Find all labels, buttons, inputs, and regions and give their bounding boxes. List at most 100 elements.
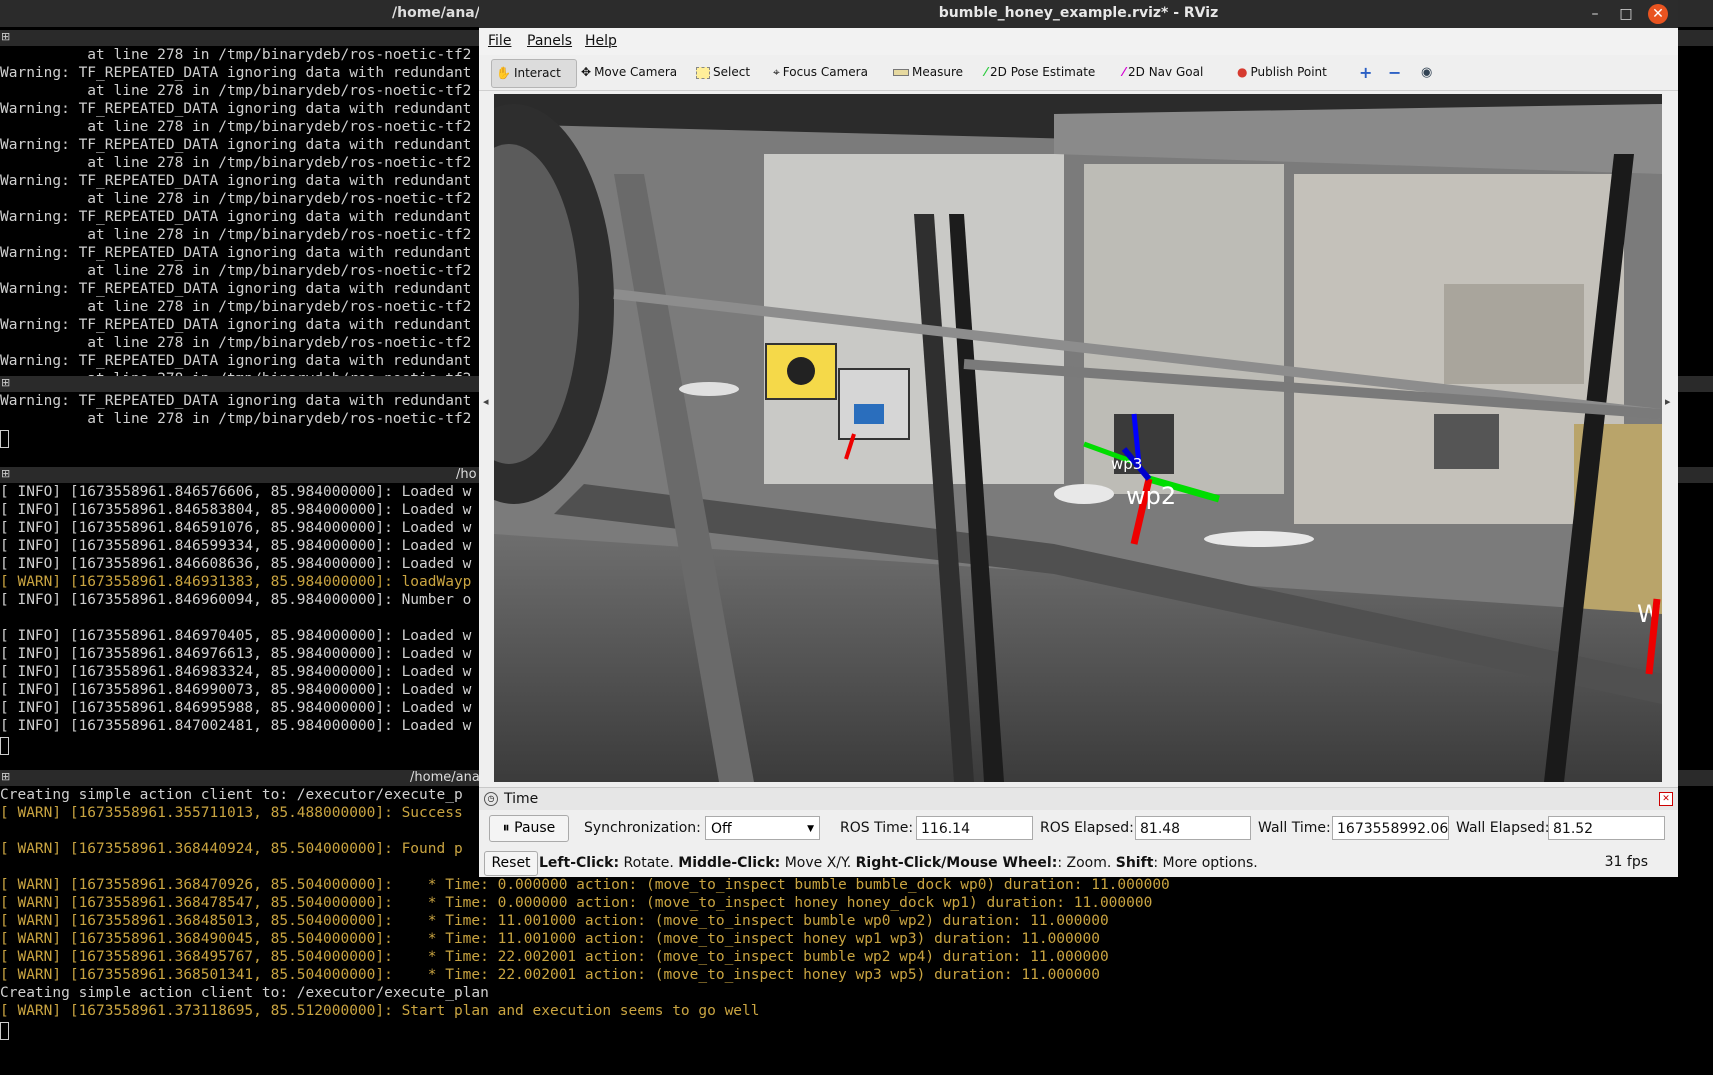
menu-file[interactable]: File xyxy=(488,33,511,49)
terminal-line: at line 278 in /tmp/binarydeb/ros-noetic… xyxy=(0,119,472,135)
terminal-line: Warning: TF_REPEATED_DATA ignoring data … xyxy=(0,353,472,369)
tool-2d-nav-goal[interactable]: ⁄ 2D Nav Goal xyxy=(1119,59,1203,86)
reset-button[interactable]: Reset xyxy=(484,851,538,876)
terminal-line: [ WARN] [1673558961.368490045, 85.504000… xyxy=(0,931,1100,947)
mouse-hint: Left-Click: Rotate. Middle-Click: Move X… xyxy=(539,855,1258,871)
tool-label: Publish Point xyxy=(1250,65,1327,79)
rviz-window: bumble_honey_example.rviz* - RViz – □ ✕ … xyxy=(479,0,1678,877)
terminal-line: [ WARN] [1673558961.368478547, 85.504000… xyxy=(0,895,1153,911)
terminal-line: Warning: TF_REPEATED_DATA ignoring data … xyxy=(0,65,472,81)
minimize-icon[interactable]: – xyxy=(1585,4,1605,24)
tool-measure[interactable]: Measure xyxy=(889,59,963,86)
tool-label: 2D Nav Goal xyxy=(1128,65,1204,79)
left-dock-arrow-icon[interactable]: ◂ xyxy=(483,395,489,408)
terminal-line: [ INFO] [1673558961.846976613, 85.984000… xyxy=(0,646,472,662)
terminal-line: [ INFO] [1673558961.846983324, 85.984000… xyxy=(0,664,472,680)
hint-text: Move X/Y. xyxy=(780,855,856,871)
terminal-line: at line 278 in /tmp/binarydeb/ros-noetic… xyxy=(0,155,472,171)
tool-label: Interact xyxy=(513,66,561,80)
terminal-cursor xyxy=(0,1022,9,1040)
ros-time-field[interactable]: 116.14 xyxy=(916,816,1033,840)
pause-icon: ⏸ xyxy=(502,820,510,836)
tool-select[interactable]: Select xyxy=(692,59,750,86)
hint-left-click: Left-Click: xyxy=(539,855,620,871)
terminal-line: Warning: TF_REPEATED_DATA ignoring data … xyxy=(0,281,472,297)
terminal-title: /home/ana/ xyxy=(392,5,480,21)
pane-grid-icon[interactable]: ⊞ xyxy=(1,771,13,783)
wall-elapsed-label: Wall Elapsed: xyxy=(1456,820,1550,836)
time-panel-header: ◷ Time ✕ xyxy=(479,787,1678,810)
terminal-cursor xyxy=(0,737,9,755)
maximize-icon[interactable]: □ xyxy=(1616,4,1636,24)
terminal-line: at line 278 in /tmp/binarydeb/ros-noetic… xyxy=(0,47,472,63)
eye-icon[interactable]: ◉ xyxy=(1417,59,1432,86)
select-icon xyxy=(696,66,710,79)
pane-title: /home/ana/ xyxy=(410,770,485,785)
menu-bar: File Panels Help xyxy=(479,28,1678,55)
terminal-line: [ INFO] [1673558961.846576606, 85.984000… xyxy=(0,484,472,500)
close-panel-icon[interactable]: ✕ xyxy=(1659,792,1673,806)
terminal-line: at line 278 in /tmp/binarydeb/ros-noetic… xyxy=(0,263,472,279)
ros-elapsed-label: ROS Elapsed: xyxy=(1040,820,1134,836)
wall-elapsed-field[interactable]: 81.52 xyxy=(1548,816,1665,840)
terminal-line: [ WARN] [1673558961.368495767, 85.504000… xyxy=(0,949,1109,965)
tool-move-camera[interactable]: ✥ Move Camera xyxy=(577,59,677,86)
tool-2d-pose-estimate[interactable]: ⁄ 2D Pose Estimate xyxy=(981,59,1095,86)
ros-time-label: ROS Time: xyxy=(840,820,914,836)
wall-time-field[interactable]: 1673558992.06 xyxy=(1332,816,1449,840)
3d-viewport[interactable]: wp3 wp2 W xyxy=(494,94,1662,782)
right-dock-arrow-icon[interactable]: ▸ xyxy=(1665,395,1671,408)
pane-title: /ho xyxy=(456,467,477,482)
menu-help[interactable]: Help xyxy=(585,33,617,49)
focus-camera-icon: ⌖ xyxy=(773,65,780,79)
clock-icon: ◷ xyxy=(484,792,498,806)
tool-interact[interactable]: ✋ Interact xyxy=(491,59,577,88)
terminal-line: at line 278 in /tmp/binarydeb/ros-noetic… xyxy=(0,299,472,315)
time-panel-row: ⏸ Pause Synchronization: Off ▼ ROS Time:… xyxy=(479,812,1678,844)
terminal-line: Warning: TF_REPEATED_DATA ignoring data … xyxy=(0,245,472,261)
hint-middle-click: Middle-Click: xyxy=(678,855,781,871)
terminal-line: [ INFO] [1673558961.846608636, 85.984000… xyxy=(0,556,472,572)
menu-panels[interactable]: Panels xyxy=(527,33,572,49)
fps-counter: 31 fps xyxy=(1604,854,1648,870)
wall-time-label: Wall Time: xyxy=(1258,820,1331,836)
terminal-line: [ WARN] [1673558961.846931383, 85.984000… xyxy=(0,574,472,590)
terminal-line: [ INFO] [1673558961.846970405, 85.984000… xyxy=(0,628,472,644)
tool-focus-camera[interactable]: ⌖ Focus Camera xyxy=(769,59,868,86)
pause-button[interactable]: ⏸ Pause xyxy=(489,815,569,842)
terminal-line: Creating simple action client to: /execu… xyxy=(0,985,489,1001)
sync-label: Synchronization: xyxy=(584,820,701,836)
tool-publish-point[interactable]: ● Publish Point xyxy=(1233,59,1327,86)
hand-icon: ✋ xyxy=(496,66,511,80)
move-camera-icon: ✥ xyxy=(581,65,592,79)
hint-shift: Shift xyxy=(1115,855,1154,871)
tool-label: Select xyxy=(713,65,751,79)
terminal-line: [ WARN] [1673558961.368440924, 85.504000… xyxy=(0,841,463,857)
pane-grid-icon[interactable]: ⊞ xyxy=(1,377,13,389)
pane-grid-icon[interactable]: ⊞ xyxy=(1,468,13,480)
terminal-line: [ WARN] [1673558961.368470926, 85.504000… xyxy=(0,877,1170,893)
terminal-line: Warning: TF_REPEATED_DATA ignoring data … xyxy=(0,209,472,225)
pose-estimate-icon: ⁄ xyxy=(985,65,988,79)
ros-elapsed-field[interactable]: 81.48 xyxy=(1135,816,1251,840)
wp3-label: wp3 xyxy=(1111,455,1142,473)
terminal-line: Warning: TF_REPEATED_DATA ignoring data … xyxy=(0,317,472,333)
terminal-line: [ INFO] [1673558961.846583804, 85.984000… xyxy=(0,502,472,518)
close-icon[interactable]: ✕ xyxy=(1648,4,1668,24)
map-pin-icon: ● xyxy=(1237,65,1248,79)
terminal-line: at line 278 in /tmp/binarydeb/ros-noetic… xyxy=(0,411,472,427)
tool-bar: ✋ Interact ✥ Move Camera Select ⌖ Focus Cam… xyxy=(479,55,1678,91)
measure-icon xyxy=(893,69,909,76)
terminal-line: Creating simple action client to: /execu… xyxy=(0,787,463,803)
terminal-line: at line 278 in /tmp/binarydeb/ros-noetic… xyxy=(0,335,472,351)
remove-tool-icon[interactable]: − xyxy=(1384,59,1401,86)
iss-scene: wp3 wp2 W xyxy=(494,94,1662,782)
sync-value: Off xyxy=(711,821,732,837)
hint-text: : More options. xyxy=(1153,855,1258,871)
pane-grid-icon[interactable]: ⊞ xyxy=(1,31,13,43)
terminal-line: Warning: TF_REPEATED_DATA ignoring data … xyxy=(0,101,472,117)
add-tool-icon[interactable]: + xyxy=(1355,59,1372,86)
terminal-line: Warning: TF_REPEATED_DATA ignoring data … xyxy=(0,173,472,189)
sync-select[interactable]: Off ▼ xyxy=(705,816,820,840)
terminal-line: [ INFO] [1673558961.846591076, 85.984000… xyxy=(0,520,472,536)
